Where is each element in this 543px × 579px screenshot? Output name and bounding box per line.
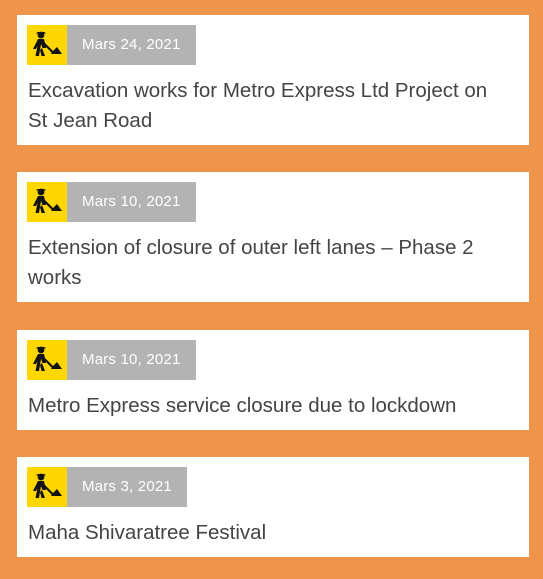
- card-header: Mars 10, 2021: [27, 182, 196, 222]
- date-badge: Mars 3, 2021: [67, 467, 187, 507]
- road-works-icon: [27, 340, 67, 380]
- card-header: Mars 3, 2021: [27, 467, 187, 507]
- news-card[interactable]: Mars 3, 2021 Maha Shivaratree Festival: [17, 457, 529, 557]
- news-card[interactable]: Mars 10, 2021 Extension of closure of ou…: [17, 172, 529, 302]
- news-title-link[interactable]: Maha Shivaratree Festival: [28, 518, 509, 548]
- card-header: Mars 24, 2021: [27, 25, 196, 65]
- date-badge: Mars 10, 2021: [67, 340, 196, 380]
- date-badge: Mars 10, 2021: [67, 182, 196, 222]
- news-title-link[interactable]: Extension of closure of outer left lanes…: [28, 233, 509, 293]
- news-title-link[interactable]: Excavation works for Metro Express Ltd P…: [28, 76, 509, 136]
- road-works-icon: [27, 467, 67, 507]
- news-card[interactable]: Mars 24, 2021 Excavation works for Metro…: [17, 15, 529, 145]
- date-badge: Mars 24, 2021: [67, 25, 196, 65]
- road-works-icon: [27, 25, 67, 65]
- news-card[interactable]: Mars 10, 2021 Metro Express service clos…: [17, 330, 529, 430]
- news-title-link[interactable]: Metro Express service closure due to loc…: [28, 391, 509, 421]
- card-header: Mars 10, 2021: [27, 340, 196, 380]
- road-works-icon: [27, 182, 67, 222]
